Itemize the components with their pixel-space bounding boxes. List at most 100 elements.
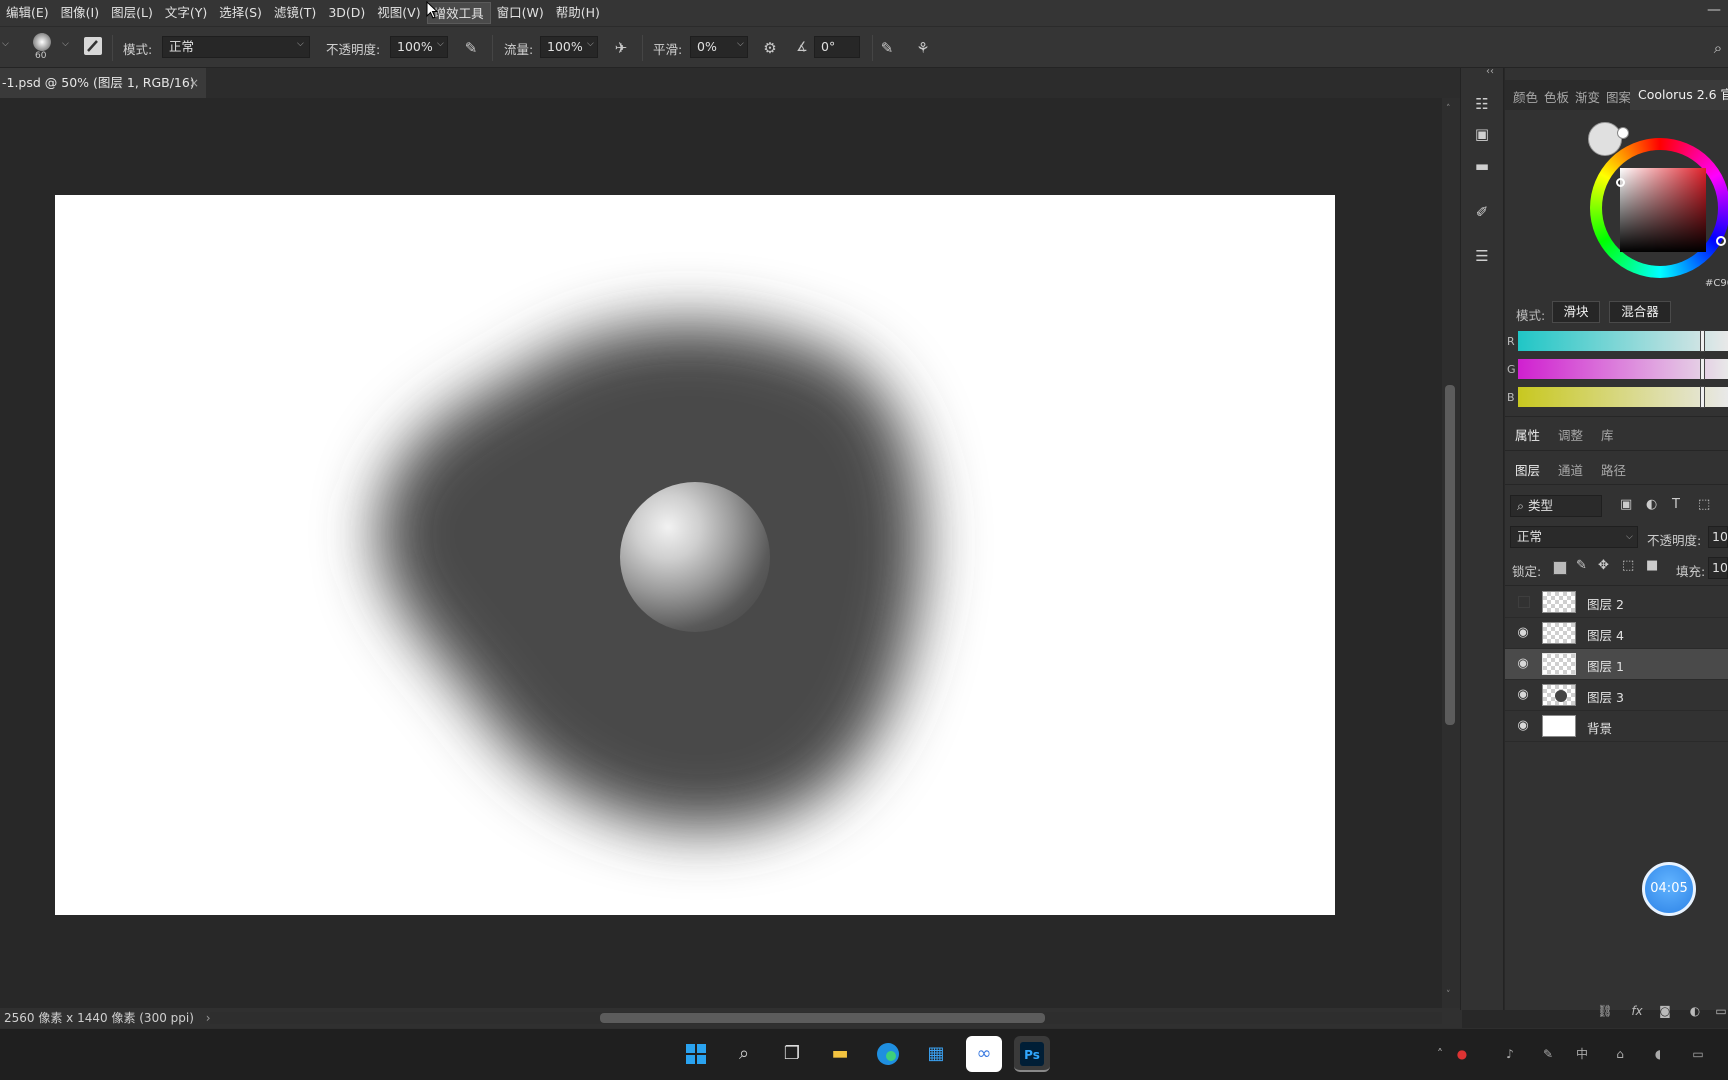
- brush-preview-icon[interactable]: [33, 33, 51, 51]
- input-method-icon[interactable]: 中: [1574, 1046, 1590, 1062]
- vertical-scroll-thumb[interactable]: [1445, 385, 1455, 725]
- photoshop-taskbar-icon[interactable]: Ps: [1014, 1036, 1050, 1072]
- comment-icon[interactable]: ▬: [1470, 154, 1494, 178]
- green-slider[interactable]: [1518, 359, 1728, 379]
- hue-marker[interactable]: [1716, 236, 1726, 246]
- red-slider-knob[interactable]: [1700, 330, 1705, 352]
- tray-chevron-icon[interactable]: ˄: [1432, 1046, 1448, 1062]
- filter-type-icon[interactable]: T: [1672, 497, 1680, 512]
- eye-icon[interactable]: ◉: [1515, 625, 1531, 641]
- microphone-icon[interactable]: ♪: [1502, 1046, 1518, 1062]
- mixer-mode-button[interactable]: 混合器: [1609, 301, 1671, 323]
- previous-color-swatch[interactable]: [1617, 127, 1629, 139]
- menu-filter[interactable]: 滤镜(T): [268, 2, 322, 24]
- visibility-off-icon[interactable]: [1518, 596, 1530, 608]
- menu-layer[interactable]: 图层(L): [105, 2, 159, 24]
- layer-row[interactable]: ◉ 背景: [1505, 711, 1728, 742]
- layer-row[interactable]: ◉ 图层 4: [1505, 618, 1728, 649]
- layer-filter-select[interactable]: ⌕ 类型: [1510, 495, 1602, 517]
- tab-channels[interactable]: 通道: [1558, 460, 1583, 479]
- volume-icon[interactable]: ◖: [1650, 1046, 1666, 1062]
- menu-help[interactable]: 帮助(H): [550, 2, 606, 24]
- plugin-icon[interactable]: ▣: [1470, 122, 1494, 146]
- blue-slider-knob[interactable]: [1700, 386, 1705, 408]
- opacity-chevron-icon[interactable]: ⌵: [437, 40, 445, 49]
- tool-preset-chevron-icon[interactable]: ⌵: [2, 40, 10, 49]
- menu-edit[interactable]: 编辑(E): [0, 2, 55, 24]
- document-canvas[interactable]: [55, 195, 1335, 915]
- search-icon[interactable]: ⌕: [726, 1036, 762, 1072]
- document-tab[interactable]: -1.psd @ 50% (图层 1, RGB/16): [0, 68, 206, 98]
- layer-row[interactable]: 图层 2: [1505, 587, 1728, 618]
- tab-swatches[interactable]: 色板: [1544, 87, 1569, 106]
- lock-all-icon[interactable]: ■: [1646, 558, 1658, 573]
- lock-transparency-icon[interactable]: [1553, 561, 1567, 575]
- fx-icon[interactable]: fx: [1628, 1002, 1646, 1020]
- menu-type[interactable]: 文字(Y): [159, 2, 213, 24]
- timer-widget[interactable]: 04:05: [1642, 862, 1696, 916]
- tab-libraries[interactable]: 库: [1601, 425, 1614, 444]
- pressure-size-icon[interactable]: ✎: [877, 38, 897, 58]
- blue-slider[interactable]: [1518, 387, 1728, 407]
- pen-icon[interactable]: ✎: [1540, 1046, 1556, 1062]
- menu-window[interactable]: 窗口(W): [491, 2, 550, 24]
- horizontal-scroll-thumb[interactable]: [600, 1013, 1045, 1023]
- tab-layers[interactable]: 图层: [1515, 460, 1540, 479]
- lock-artboard-icon[interactable]: ⬚: [1622, 558, 1634, 573]
- collapse-panels-icon[interactable]: ‹‹: [1486, 66, 1494, 77]
- tab-coolorus[interactable]: Coolorus 2.6 官方: [1630, 80, 1728, 110]
- adjustments-icon[interactable]: ☰: [1470, 244, 1494, 268]
- brush-settings-panel-icon[interactable]: ✐: [1470, 200, 1494, 224]
- filter-adjustment-icon[interactable]: ◐: [1646, 497, 1657, 512]
- blend-mode-select[interactable]: 正常: [1510, 526, 1638, 548]
- filter-image-icon[interactable]: ▣: [1620, 497, 1632, 512]
- current-color-swatch[interactable]: [1588, 122, 1622, 156]
- tab-adjustments[interactable]: 调整: [1558, 425, 1583, 444]
- scroll-up-icon[interactable]: ˄: [1446, 104, 1451, 114]
- symmetry-butterfly-icon[interactable]: ⚘: [913, 38, 933, 58]
- lock-pixels-icon[interactable]: ✎: [1576, 558, 1587, 573]
- scroll-down-icon[interactable]: ˅: [1446, 990, 1451, 1000]
- smoothing-chevron-icon[interactable]: ⌵: [737, 40, 745, 49]
- green-slider-knob[interactable]: [1700, 358, 1705, 380]
- color-picker-marker[interactable]: [1616, 178, 1625, 187]
- brush-settings-icon[interactable]: [84, 37, 102, 55]
- network-icon[interactable]: ⌂: [1612, 1046, 1628, 1062]
- new-group-icon[interactable]: ▭: [1712, 1002, 1728, 1020]
- red-slider[interactable]: [1518, 331, 1728, 351]
- edge-browser-icon[interactable]: [870, 1036, 906, 1072]
- windows-start-icon[interactable]: [678, 1036, 714, 1072]
- gear-icon[interactable]: ⚙: [760, 38, 780, 58]
- airbrush-icon[interactable]: ✈: [611, 38, 631, 58]
- slider-mode-button[interactable]: 滑块: [1552, 301, 1600, 323]
- tab-properties[interactable]: 属性: [1515, 425, 1540, 444]
- new-adjustment-icon[interactable]: ◐: [1686, 1002, 1704, 1020]
- mode-select[interactable]: 正常: [162, 36, 310, 58]
- close-tab-icon[interactable]: ×: [187, 76, 201, 90]
- cloud-app-icon[interactable]: ∞: [966, 1036, 1002, 1072]
- eye-icon[interactable]: ◉: [1515, 656, 1531, 672]
- tab-gradients[interactable]: 渐变: [1575, 87, 1600, 106]
- menu-view[interactable]: 视图(V): [371, 2, 426, 24]
- tab-paths[interactable]: 路径: [1601, 460, 1626, 479]
- history-icon[interactable]: ☷: [1470, 92, 1494, 116]
- menu-image[interactable]: 图像(I): [55, 2, 105, 24]
- saturation-value-square[interactable]: [1620, 168, 1706, 252]
- menu-select[interactable]: 选择(S): [213, 2, 268, 24]
- file-explorer-icon[interactable]: ▬: [822, 1036, 858, 1072]
- menu-3d[interactable]: 3D(D): [322, 2, 371, 24]
- eye-icon[interactable]: ◉: [1515, 718, 1531, 734]
- minimize-icon[interactable]: —: [1704, 2, 1724, 22]
- eye-icon[interactable]: ◉: [1515, 687, 1531, 703]
- search-icon[interactable]: ⌕: [1708, 38, 1728, 58]
- tab-color[interactable]: 颜色: [1513, 87, 1538, 106]
- tray-app-icon[interactable]: ●: [1454, 1046, 1470, 1062]
- add-mask-icon[interactable]: ◙: [1656, 1002, 1674, 1020]
- tab-patterns[interactable]: 图案: [1606, 87, 1631, 106]
- layer-row[interactable]: ◉ 图层 3: [1505, 680, 1728, 711]
- pressure-opacity-icon[interactable]: ✎: [461, 38, 481, 58]
- link-layers-icon[interactable]: ⛓: [1596, 1002, 1614, 1020]
- brush-picker-chevron-icon[interactable]: ⌵: [62, 40, 70, 49]
- layer-row-selected[interactable]: ◉ 图层 1: [1505, 649, 1728, 680]
- filter-shape-icon[interactable]: ⬚: [1698, 497, 1710, 512]
